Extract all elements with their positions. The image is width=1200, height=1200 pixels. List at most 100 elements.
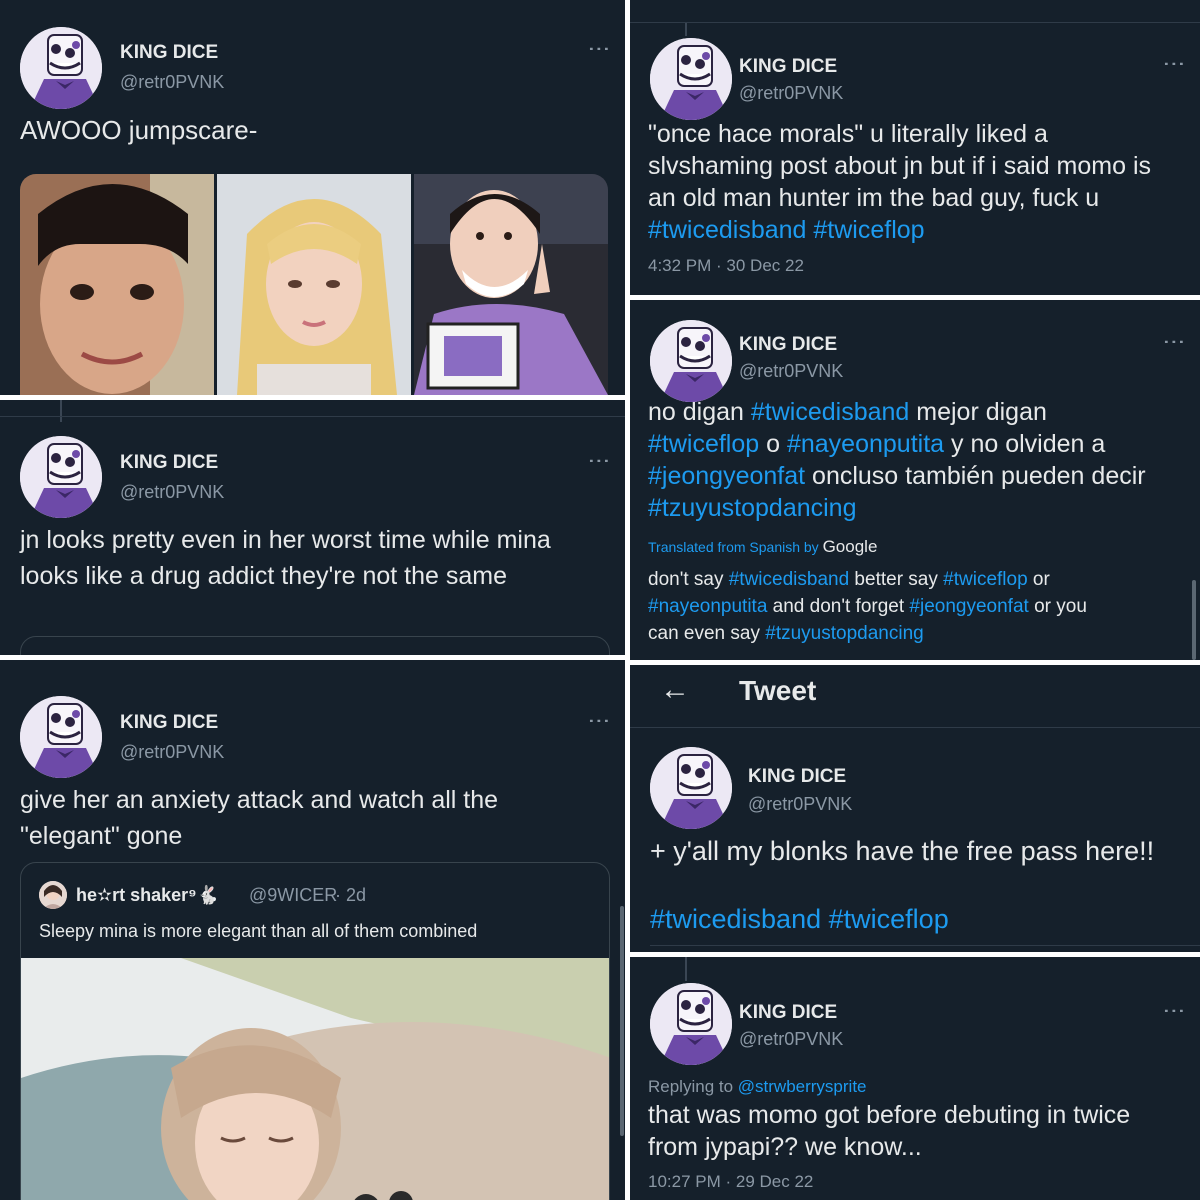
avatar[interactable] xyxy=(650,38,732,120)
hashtag-link[interactable]: #tzuyustopdancing xyxy=(765,623,923,644)
text-fragment: mejor digan xyxy=(909,398,1047,426)
hashtag-link[interactable]: #twicedisband xyxy=(650,904,821,934)
author-handle[interactable]: @retr0PVNK xyxy=(739,83,843,104)
hashtag-link[interactable]: #twicedisband xyxy=(751,398,909,426)
more-options-icon[interactable]: ⋮ xyxy=(1162,1000,1187,1022)
text-fragment: better say xyxy=(849,569,944,590)
avatar[interactable] xyxy=(650,320,732,402)
author-handle[interactable]: @retr0PVNK xyxy=(120,742,224,763)
quote-text: Sleepy mina is more elegant than all of … xyxy=(39,921,478,941)
quote-handle[interactable]: @9WICER xyxy=(249,885,337,906)
portrait-image-icon xyxy=(217,174,411,395)
author-name[interactable]: KING DICE xyxy=(739,1002,837,1024)
scrollbar[interactable] xyxy=(620,906,624,1136)
avatar[interactable] xyxy=(650,983,732,1065)
tweet-text: that was momo got before debuting in twi… xyxy=(648,1101,1131,1161)
author-handle[interactable]: @retr0PVNK xyxy=(739,361,843,382)
hashtag-link[interactable]: #twiceflop xyxy=(648,430,759,458)
tweet-panel-5: KING DICE @retr0PVNK ⋮ no digan #twicedi… xyxy=(630,300,1200,660)
sleeping-photo-icon xyxy=(21,958,609,1200)
tweet-panel-1: KING DICE @retr0PVNK ⋮ AWOOO jumpscare- xyxy=(0,0,625,395)
author-name[interactable]: KING DICE xyxy=(120,452,218,474)
text-fragment: o xyxy=(759,430,787,458)
king-dice-avatar-icon xyxy=(650,747,732,829)
quoted-tweet-edge xyxy=(20,636,610,655)
hashtag-link[interactable]: #nayeonputita xyxy=(787,430,944,458)
more-options-icon[interactable]: ⋮ xyxy=(1162,331,1187,353)
thread-line xyxy=(685,957,687,981)
translation-text: don't say #twicedisband better say #twic… xyxy=(648,566,1178,647)
tweet-text: "once hace morals" u literally liked a s… xyxy=(648,118,1178,246)
author-name[interactable]: KING DICE xyxy=(739,56,837,78)
translated-prefix: Translated from Spanish by xyxy=(648,539,819,555)
hashtag-link[interactable]: #jeongyeonfat xyxy=(909,596,1028,617)
hashtag-link[interactable]: #tzuyustopdancing xyxy=(648,494,856,522)
author-handle[interactable]: @retr0PVNK xyxy=(748,794,852,815)
author-name[interactable]: KING DICE xyxy=(748,766,846,788)
author-name[interactable]: KING DICE xyxy=(739,334,837,356)
king-dice-avatar-icon xyxy=(20,696,102,778)
king-dice-avatar-icon xyxy=(650,38,732,120)
replying-to: Replying to @strwberrysprite xyxy=(648,1077,867,1097)
portrait-image-icon xyxy=(414,174,608,395)
avatar[interactable] xyxy=(650,747,732,829)
text-fragment: oncluso también pueden decir xyxy=(805,462,1146,490)
scrollbar[interactable] xyxy=(1192,580,1196,660)
author-handle[interactable]: @retr0PVNK xyxy=(120,72,224,93)
more-options-icon[interactable]: ⋮ xyxy=(587,710,612,732)
tweet-panel-2: KING DICE @retr0PVNK ⋮ jn looks pretty e… xyxy=(0,400,625,655)
user-avatar-icon xyxy=(39,881,67,909)
more-options-icon[interactable]: ⋮ xyxy=(587,38,612,60)
avatar[interactable] xyxy=(20,436,102,518)
reply-mention-link[interactable]: @strwberrysprite xyxy=(738,1077,867,1096)
more-options-icon[interactable]: ⋮ xyxy=(1162,53,1187,75)
author-name[interactable]: KING DICE xyxy=(120,42,218,64)
tweet-text: AWOOO jumpscare- xyxy=(20,115,258,145)
hashtag-link[interactable]: #twiceflop xyxy=(813,216,924,244)
timestamp[interactable]: 4:32 PM · 30 Dec 22 xyxy=(648,256,804,276)
portrait-image-icon xyxy=(20,174,214,395)
author-handle[interactable]: @retr0PVNK xyxy=(120,482,224,503)
hashtag-link[interactable]: #twiceflop xyxy=(943,569,1028,590)
text-fragment: no digan xyxy=(648,398,751,426)
text-fragment: can even say xyxy=(648,623,766,644)
hashtag-link[interactable]: #twiceflop xyxy=(829,904,949,934)
divider xyxy=(0,416,625,417)
page-title: Tweet xyxy=(739,675,817,706)
hashtag-link[interactable]: #jeongyeonfat xyxy=(648,462,805,490)
quoted-tweet[interactable]: he✫rt shaker⁹🐇 @9WICER · 2d Sleepy mina … xyxy=(20,862,610,1200)
tweet-panel-6: ← Tweet KING DICE @retr0PVNK + y'all my … xyxy=(630,665,1200,952)
replying-prefix: Replying to xyxy=(648,1077,738,1096)
tweet-text: no digan #twicedisband mejor digan #twic… xyxy=(648,396,1188,524)
text-fragment: or xyxy=(1027,569,1050,590)
king-dice-avatar-icon xyxy=(20,27,102,109)
author-name[interactable]: KING DICE xyxy=(120,712,218,734)
divider xyxy=(650,945,1200,946)
hashtag-link[interactable]: #twicedisband xyxy=(648,216,806,244)
quote-avatar xyxy=(39,881,67,909)
translated-label[interactable]: Translated from Spanish by Google xyxy=(648,537,877,557)
thread-line xyxy=(685,22,687,36)
tweet-image-2[interactable] xyxy=(217,174,411,395)
author-handle[interactable]: @retr0PVNK xyxy=(739,1029,843,1050)
text-fragment: and don't forget xyxy=(767,596,910,617)
avatar[interactable] xyxy=(20,696,102,778)
quote-image[interactable] xyxy=(21,958,609,1200)
avatar[interactable] xyxy=(20,27,102,109)
thread-line xyxy=(60,400,62,422)
king-dice-avatar-icon xyxy=(20,436,102,518)
timestamp[interactable]: 10:27 PM · 29 Dec 22 xyxy=(648,1172,813,1192)
hashtag-link[interactable]: #nayeonputita xyxy=(648,596,767,617)
quote-author[interactable]: he✫rt shaker⁹🐇 xyxy=(76,885,219,906)
hashtag-link[interactable]: #twicedisband xyxy=(729,569,849,590)
quote-time: · 2d xyxy=(335,885,367,905)
more-options-icon[interactable]: ⋮ xyxy=(587,450,612,472)
tweet-image-3[interactable] xyxy=(414,174,608,395)
tweet-body: "once hace morals" u literally liked a s… xyxy=(648,120,1152,212)
text-fragment: or you xyxy=(1028,596,1087,617)
tweet-text: jn looks pretty even in her worst time w… xyxy=(20,526,551,590)
tweet-panel-7: KING DICE @retr0PVNK ⋮ Replying to @strw… xyxy=(630,957,1200,1200)
king-dice-avatar-icon xyxy=(650,320,732,402)
back-button[interactable]: ← xyxy=(660,673,690,707)
tweet-image-1[interactable] xyxy=(20,174,214,395)
